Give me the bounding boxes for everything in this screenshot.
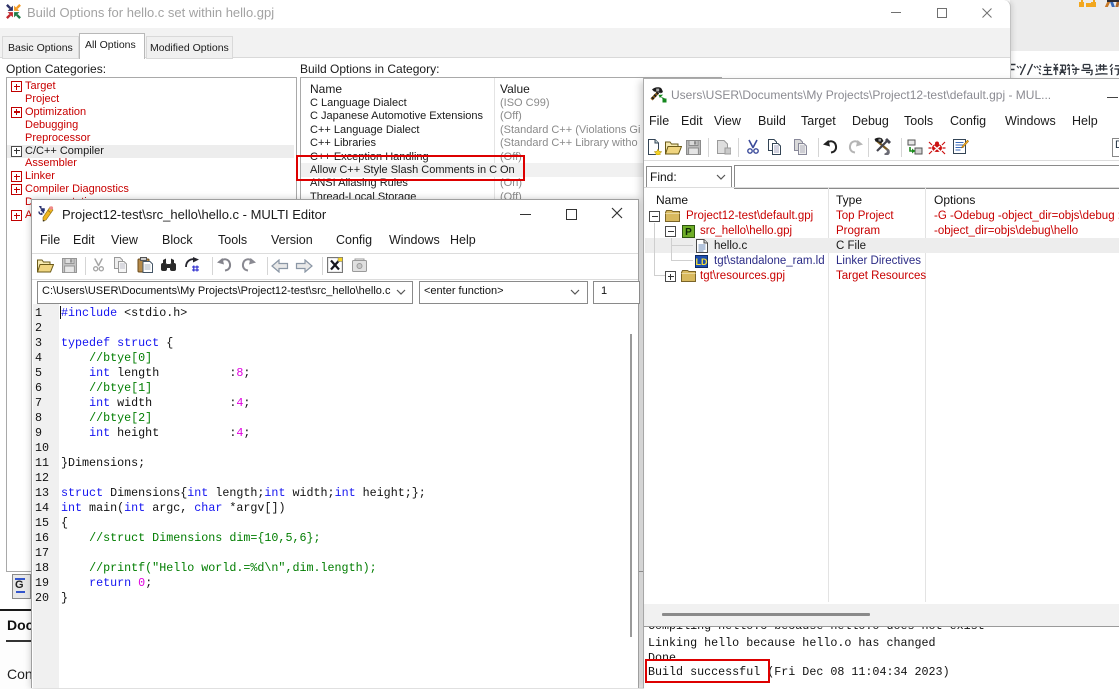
svg-text:P: P (685, 227, 692, 238)
svg-text:LD: LD (696, 257, 708, 267)
